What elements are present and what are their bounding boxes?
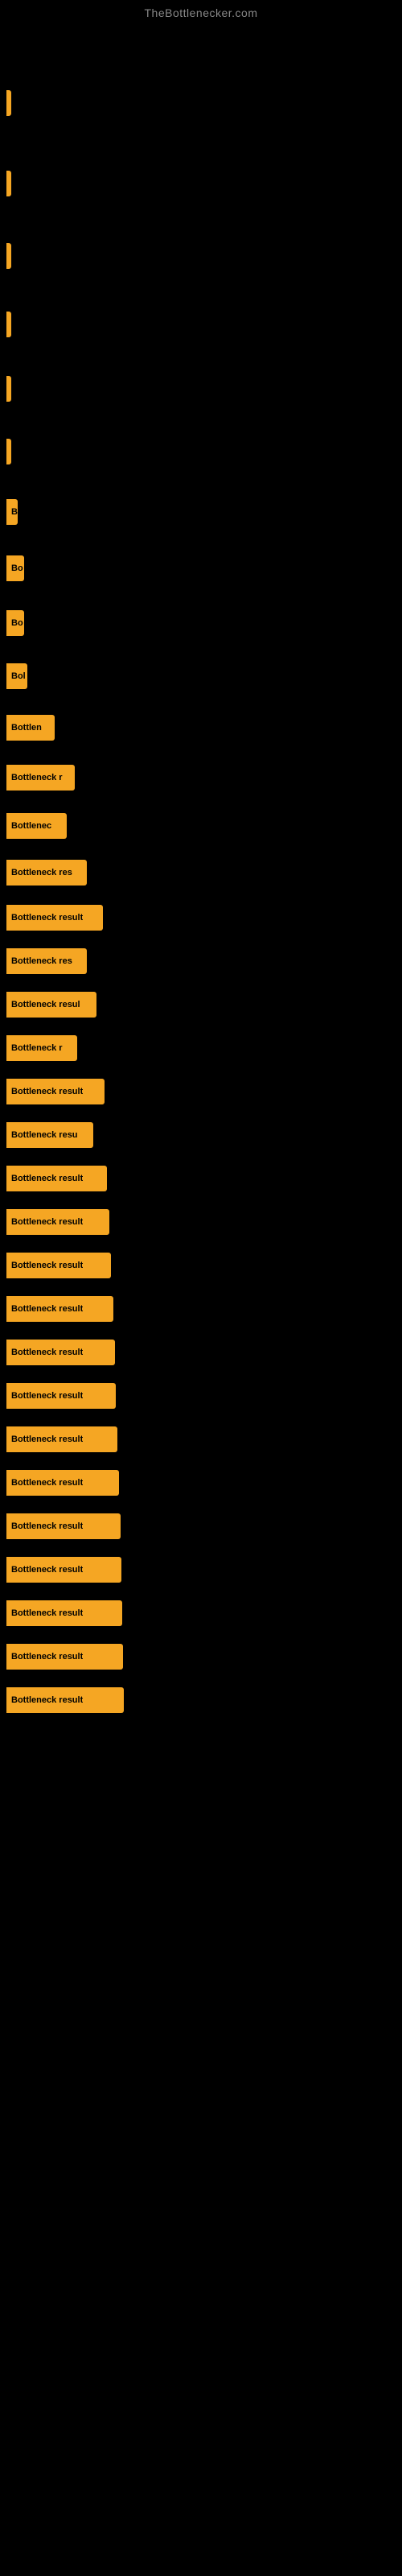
bar-label-31: Bottleneck result bbox=[11, 1608, 83, 1618]
bar-row-19: Bottleneck result bbox=[0, 1075, 402, 1108]
bar-31: Bottleneck result bbox=[6, 1600, 122, 1626]
bar-label-30: Bottleneck result bbox=[11, 1565, 83, 1575]
bar-label-23: Bottleneck result bbox=[11, 1261, 83, 1270]
bar-row-24: Bottleneck result bbox=[0, 1293, 402, 1325]
bar-row-4 bbox=[0, 308, 402, 341]
bar-9: Bo bbox=[6, 610, 24, 636]
bar-row-6 bbox=[0, 436, 402, 468]
bar-6 bbox=[6, 439, 11, 464]
bar-label-24: Bottleneck result bbox=[11, 1304, 83, 1314]
bar-16: Bottleneck res bbox=[6, 948, 87, 974]
bar-row-13: Bottlenec bbox=[0, 810, 402, 842]
bar-14: Bottleneck res bbox=[6, 860, 87, 886]
bar-33: Bottleneck result bbox=[6, 1687, 124, 1713]
bar-row-3 bbox=[0, 240, 402, 272]
bar-row-25: Bottleneck result bbox=[0, 1336, 402, 1368]
bar-row-12: Bottleneck r bbox=[0, 762, 402, 794]
bar-21: Bottleneck result bbox=[6, 1166, 107, 1191]
bar-20: Bottleneck resu bbox=[6, 1122, 93, 1148]
bar-8: Bo bbox=[6, 555, 24, 581]
bar-row-7: B bbox=[0, 496, 402, 528]
bar-label-29: Bottleneck result bbox=[11, 1521, 83, 1531]
bar-label-11: Bottlen bbox=[11, 723, 42, 733]
bar-label-17: Bottleneck resul bbox=[11, 1000, 80, 1009]
bar-row-20: Bottleneck resu bbox=[0, 1119, 402, 1151]
bar-row-14: Bottleneck res bbox=[0, 857, 402, 889]
bar-row-8: Bo bbox=[0, 552, 402, 584]
bar-row-2 bbox=[0, 167, 402, 200]
bar-row-5 bbox=[0, 373, 402, 405]
bar-row-28: Bottleneck result bbox=[0, 1467, 402, 1499]
bar-28: Bottleneck result bbox=[6, 1470, 119, 1496]
bar-label-25: Bottleneck result bbox=[11, 1348, 83, 1357]
bar-12: Bottleneck r bbox=[6, 765, 75, 791]
bar-row-26: Bottleneck result bbox=[0, 1380, 402, 1412]
bar-10: Bol bbox=[6, 663, 27, 689]
bar-11: Bottlen bbox=[6, 715, 55, 741]
bar-label-20: Bottleneck resu bbox=[11, 1130, 78, 1140]
bar-label-28: Bottleneck result bbox=[11, 1478, 83, 1488]
bar-row-15: Bottleneck result bbox=[0, 902, 402, 934]
bar-24: Bottleneck result bbox=[6, 1296, 113, 1322]
bar-row-10: Bol bbox=[0, 660, 402, 692]
bar-30: Bottleneck result bbox=[6, 1557, 121, 1583]
bar-2 bbox=[6, 171, 11, 196]
bar-3 bbox=[6, 243, 11, 269]
bar-label-10: Bol bbox=[11, 671, 26, 681]
bar-15: Bottleneck result bbox=[6, 905, 103, 931]
bar-25: Bottleneck result bbox=[6, 1340, 115, 1365]
bar-row-23: Bottleneck result bbox=[0, 1249, 402, 1282]
bar-label-9: Bo bbox=[11, 618, 23, 628]
bar-1 bbox=[6, 90, 11, 116]
bar-19: Bottleneck result bbox=[6, 1079, 105, 1104]
bar-18: Bottleneck r bbox=[6, 1035, 77, 1061]
bar-label-18: Bottleneck r bbox=[11, 1043, 63, 1053]
bar-label-13: Bottlenec bbox=[11, 821, 51, 831]
bar-4 bbox=[6, 312, 11, 337]
bar-label-26: Bottleneck result bbox=[11, 1391, 83, 1401]
bar-26: Bottleneck result bbox=[6, 1383, 116, 1409]
bar-22: Bottleneck result bbox=[6, 1209, 109, 1235]
bar-label-12: Bottleneck r bbox=[11, 773, 63, 782]
bar-row-31: Bottleneck result bbox=[0, 1597, 402, 1629]
bar-row-9: Bo bbox=[0, 607, 402, 639]
bar-label-21: Bottleneck result bbox=[11, 1174, 83, 1183]
bar-row-16: Bottleneck res bbox=[0, 945, 402, 977]
bar-29: Bottleneck result bbox=[6, 1513, 121, 1539]
bar-label-19: Bottleneck result bbox=[11, 1087, 83, 1096]
bar-row-32: Bottleneck result bbox=[0, 1641, 402, 1673]
bar-label-33: Bottleneck result bbox=[11, 1695, 83, 1705]
bar-row-18: Bottleneck r bbox=[0, 1032, 402, 1064]
bar-label-7: B bbox=[11, 507, 18, 517]
bar-row-11: Bottlen bbox=[0, 712, 402, 744]
bars-container: B Bo Bo Bol Bottlen Bottleneck r Bottlenec Bott… bbox=[0, 23, 402, 1716]
bar-32: Bottleneck result bbox=[6, 1644, 123, 1670]
bar-row-21: Bottleneck result bbox=[0, 1162, 402, 1195]
bar-label-15: Bottleneck result bbox=[11, 913, 83, 923]
bar-label-32: Bottleneck result bbox=[11, 1652, 83, 1662]
bar-23: Bottleneck result bbox=[6, 1253, 111, 1278]
site-title: TheBottlenecker.com bbox=[0, 0, 402, 23]
bar-row-27: Bottleneck result bbox=[0, 1423, 402, 1455]
bar-row-17: Bottleneck resul bbox=[0, 989, 402, 1021]
bar-row-30: Bottleneck result bbox=[0, 1554, 402, 1586]
bar-row-33: Bottleneck result bbox=[0, 1684, 402, 1716]
bar-row-29: Bottleneck result bbox=[0, 1510, 402, 1542]
bar-17: Bottleneck resul bbox=[6, 992, 96, 1018]
bar-label-22: Bottleneck result bbox=[11, 1217, 83, 1227]
bar-row-1 bbox=[0, 87, 402, 119]
bar-27: Bottleneck result bbox=[6, 1426, 117, 1452]
bar-5 bbox=[6, 376, 11, 402]
bar-13: Bottlenec bbox=[6, 813, 67, 839]
bar-label-14: Bottleneck res bbox=[11, 868, 72, 877]
bar-row-22: Bottleneck result bbox=[0, 1206, 402, 1238]
bar-label-16: Bottleneck res bbox=[11, 956, 72, 966]
bar-label-8: Bo bbox=[11, 564, 23, 573]
bar-label-27: Bottleneck result bbox=[11, 1435, 83, 1444]
bar-7: B bbox=[6, 499, 18, 525]
